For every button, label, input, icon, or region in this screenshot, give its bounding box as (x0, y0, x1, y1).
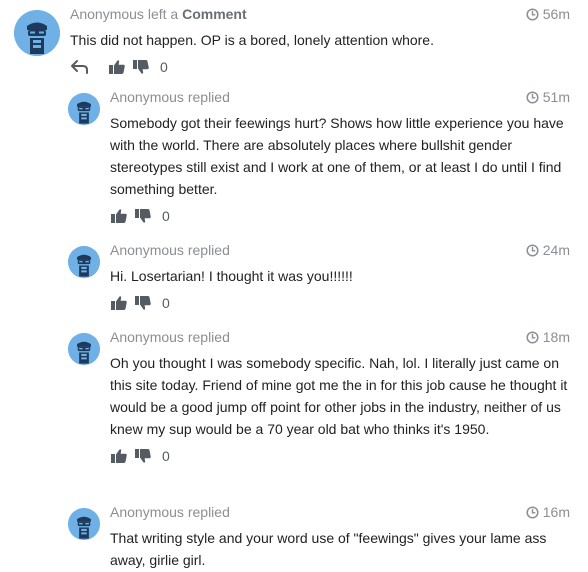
comment-time-label: 56m (542, 6, 570, 22)
comment-actions: 0 (110, 445, 570, 467)
comment-time-label: 51m (542, 89, 570, 105)
vote-count: 0 (162, 208, 170, 224)
comment-body: Anonymous replied 24m Hi. Losertarian! I… (110, 242, 570, 314)
thumbs-down-icon[interactable] (132, 59, 150, 75)
comment-text: Hi. Losertarian! I thought it was you!!!… (110, 268, 353, 284)
comment-action: replied (187, 242, 230, 258)
comment-meta: Anonymous replied 51m (110, 89, 570, 111)
vote-count: 0 (162, 295, 170, 311)
thumbs-down-icon[interactable] (134, 295, 152, 311)
comment-author[interactable]: Anonymous (110, 242, 184, 258)
comment-reply: Anonymous replied 24m Hi. Losertarian! I… (68, 242, 588, 314)
comment-action: replied (187, 504, 230, 520)
clock-icon (526, 243, 539, 257)
comment-body: Anonymous replied 18m Oh you thought I w… (110, 329, 570, 467)
comment-reply: Anonymous replied 16m That writing style… (68, 504, 588, 572)
comment-text: This did not happen. OP is a bored, lone… (70, 32, 434, 48)
anonymous-avatar-icon[interactable] (68, 246, 100, 278)
anonymous-avatar-icon[interactable] (68, 333, 100, 365)
comment-actions: 0 (110, 292, 570, 314)
comment-author[interactable]: Anonymous (110, 504, 184, 520)
comment-time-label: 18m (542, 329, 570, 345)
comment: Anonymous left a Comment 56m This did no… (14, 6, 588, 82)
comment-text: Somebody got their feewings hurt? Shows … (110, 115, 564, 197)
comment-reply: Anonymous replied 18m Oh you thought I w… (68, 329, 588, 491)
anonymous-avatar-icon[interactable] (68, 93, 100, 125)
thumbs-up-icon[interactable] (110, 208, 128, 224)
comment-actions: 0 (70, 56, 570, 78)
clock-icon (526, 505, 539, 519)
comment-text: Oh you thought I was somebody specific. … (110, 355, 568, 437)
clock-icon (526, 330, 539, 344)
comment-body: Anonymous left a Comment 56m This did no… (70, 6, 570, 78)
comment-action: replied (187, 329, 230, 345)
comment-body: Anonymous replied 51m Somebody got their… (110, 89, 570, 227)
comment-meta: Anonymous replied 16m (110, 504, 570, 526)
comment-time: 51m (526, 89, 570, 105)
anonymous-avatar-icon[interactable] (14, 10, 60, 56)
thumbs-down-icon[interactable] (134, 208, 152, 224)
reply-icon[interactable] (70, 59, 90, 75)
comment-time-label: 24m (542, 242, 570, 258)
comment-meta: Anonymous left a Comment 56m (70, 6, 570, 28)
comment-author[interactable]: Anonymous (70, 6, 144, 22)
anonymous-avatar-icon[interactable] (68, 508, 100, 540)
thumbs-up-icon[interactable] (110, 448, 128, 464)
comment-time: 56m (526, 6, 570, 22)
comment-text: That writing style and your word use of … (110, 530, 547, 568)
comment-action: replied (187, 89, 230, 105)
comment-time: 16m (526, 504, 570, 520)
comment-time: 24m (526, 242, 570, 258)
comment-action: left a (147, 6, 179, 22)
comment-target[interactable]: Comment (182, 6, 247, 22)
comment-meta: Anonymous replied 18m (110, 329, 570, 351)
thumbs-up-icon[interactable] (108, 59, 126, 75)
comment-reply: Anonymous replied 51m Somebody got their… (68, 89, 588, 229)
vote-count: 0 (160, 59, 168, 75)
comment-author[interactable]: Anonymous (110, 329, 184, 345)
comment-body: Anonymous replied 16m That writing style… (110, 504, 570, 571)
comment-actions: 0 (110, 205, 570, 227)
thumbs-down-icon[interactable] (134, 448, 152, 464)
comment-time-label: 16m (542, 504, 570, 520)
comment-author[interactable]: Anonymous (110, 89, 184, 105)
comment-meta: Anonymous replied 24m (110, 242, 570, 264)
clock-icon (526, 90, 539, 104)
clock-icon (526, 7, 539, 21)
thumbs-up-icon[interactable] (110, 295, 128, 311)
vote-count: 0 (162, 448, 170, 464)
comment-time: 18m (526, 329, 570, 345)
